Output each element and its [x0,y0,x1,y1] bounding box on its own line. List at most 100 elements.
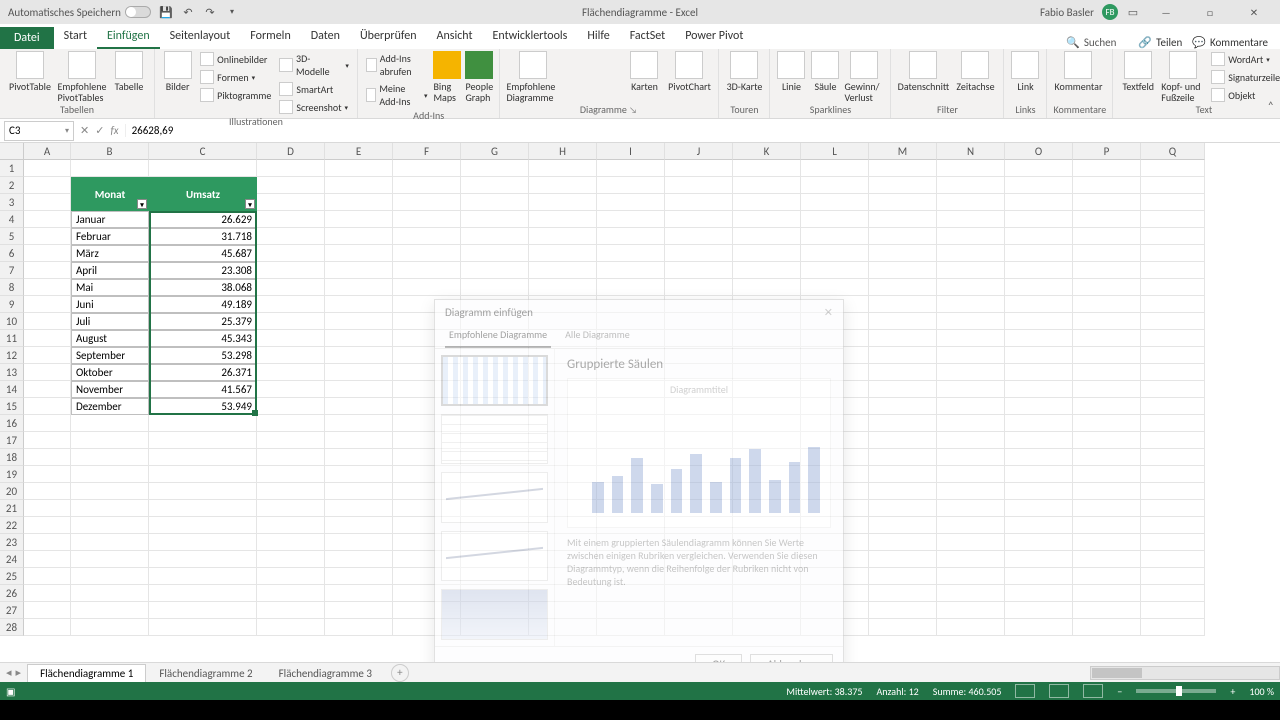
col-header-G[interactable]: G [461,143,529,160]
ribbon-tab-ansicht[interactable]: Ansicht [427,25,483,49]
collapse-ribbon-icon[interactable]: ˄ [1268,100,1274,114]
cell-umsatz-8[interactable]: 53.298 [149,347,257,364]
row-header-13[interactable]: 13 [0,364,24,381]
ribbon-tab-überprüfen[interactable]: Überprüfen [350,25,427,49]
chart-thumb-clustered-column[interactable] [441,355,548,406]
sheet-tab-0[interactable]: Flächendiagramme 1 [27,664,146,682]
chart-recommendation-list[interactable] [435,349,555,646]
col-header-F[interactable]: F [393,143,461,160]
dialog-tab-all[interactable]: Alle Diagramme [561,325,634,348]
kommentar-button[interactable]: Kommentar [1053,51,1103,92]
row-header-28[interactable]: 28 [0,619,24,636]
row-header-6[interactable]: 6 [0,245,24,262]
chart-thumb-area[interactable] [441,589,548,640]
cell-monat-6[interactable]: Juli [71,313,149,330]
row-header-16[interactable]: 16 [0,415,24,432]
col-header-C[interactable]: C [149,143,257,160]
ribbon-tab-formeln[interactable]: Formeln [240,25,300,49]
row-header-2[interactable]: 2 [0,177,24,194]
bing-maps-button[interactable]: Bing Maps [433,51,461,103]
spark-col-button[interactable]: Säule [810,51,840,92]
get-addins-button[interactable]: Add-Ins abrufen [364,51,430,79]
cell-umsatz-1[interactable]: 31.718 [149,228,257,245]
cell-monat-10[interactable]: November [71,381,149,398]
tab-nav-prev-icon[interactable]: ◂ [6,666,12,679]
slicer-button[interactable]: Datenschnitt [897,51,949,92]
table-header-umsatz[interactable]: Umsatz▾ [149,177,257,211]
cell-monat-7[interactable]: August [71,330,149,347]
dialog-ok-button[interactable]: OK [695,654,742,662]
file-tab[interactable]: Datei [0,27,54,49]
row-header-12[interactable]: 12 [0,347,24,364]
people-graph-button[interactable]: People Graph [465,51,493,103]
ribbon-tab-factset[interactable]: FactSet [620,25,675,49]
sheet-tab-1[interactable]: Flächendiagramme 2 [146,664,265,682]
header-footer-button[interactable]: Kopf- und Fußzeile [1161,51,1205,103]
recommended-pivot-button[interactable]: Empfohlene PivotTables [58,51,106,103]
row-header-1[interactable]: 1 [0,160,24,177]
row-header-27[interactable]: 27 [0,602,24,619]
cell-umsatz-3[interactable]: 23.308 [149,262,257,279]
qat-customize-icon[interactable]: ▾ [225,5,239,19]
recommended-charts-button[interactable]: Empfohlene Diagramme [506,51,560,103]
row-header-11[interactable]: 11 [0,330,24,347]
cell-umsatz-0[interactable]: 26.629 [149,211,257,228]
sheet-tab-2[interactable]: Flächendiagramme 3 [266,664,385,682]
spark-winloss-button[interactable]: Gewinn/ Verlust [844,51,884,103]
table-button[interactable]: Tabelle [110,51,148,92]
maximize-icon[interactable]: □ [1192,0,1228,24]
link-button[interactable]: Link [1010,51,1040,92]
tell-me-search[interactable]: 🔍 Suchen [1056,36,1126,49]
zoom-in-icon[interactable]: + [1230,685,1235,698]
filter-dropdown-icon[interactable]: ▾ [245,199,255,209]
col-header-B[interactable]: B [71,143,149,160]
tab-nav-next-icon[interactable]: ▸ [16,666,22,679]
cell-umsatz-6[interactable]: 25.379 [149,313,257,330]
dialog-cancel-button[interactable]: Abbrechen [750,654,833,662]
col-header-D[interactable]: D [257,143,325,160]
timeline-button[interactable]: Zeitachse [953,51,997,92]
bilder-button[interactable]: Bilder [161,51,194,92]
view-pagebreak-icon[interactable] [1083,684,1103,698]
cell-monat-1[interactable]: Februar [71,228,149,245]
stat-chart-icon[interactable] [584,68,602,84]
pie-chart-icon[interactable] [604,51,622,67]
row-header-15[interactable]: 15 [0,398,24,415]
col-header-K[interactable]: K [733,143,801,160]
col-header-A[interactable]: A [24,143,71,160]
select-all-corner[interactable] [0,143,24,160]
macro-record-icon[interactable]: ▣ [6,685,15,698]
col-header-E[interactable]: E [325,143,393,160]
cell-umsatz-7[interactable]: 45.343 [149,330,257,347]
ribbon-options-icon[interactable]: ▭ [1126,5,1140,19]
signature-button[interactable]: Signaturzeile▾ [1209,69,1280,85]
worksheet-grid[interactable]: ABCDEFGHIJKLMNOPQ 1234567891011121314151… [0,143,1280,662]
ribbon-tab-hilfe[interactable]: Hilfe [577,25,619,49]
row-header-17[interactable]: 17 [0,432,24,449]
row-header-10[interactable]: 10 [0,313,24,330]
formen-button[interactable]: Formen▾ [198,69,273,85]
filter-dropdown-icon[interactable]: ▾ [137,199,147,209]
row-header-3[interactable]: 3 [0,194,24,211]
ribbon-tab-start[interactable]: Start [54,25,97,49]
row-header-25[interactable]: 25 [0,568,24,585]
bar-chart-icon[interactable] [564,51,582,67]
enter-fx-icon[interactable]: ✓ [95,124,104,137]
scatter-chart-icon[interactable] [604,68,622,84]
pivottable-button[interactable]: PivotTable [6,51,54,92]
toggle-switch-icon[interactable] [125,6,151,18]
hier-chart-icon[interactable] [564,68,582,84]
row-header-4[interactable]: 4 [0,211,24,228]
chart-thumb-line[interactable] [441,472,548,523]
row-header-5[interactable]: 5 [0,228,24,245]
3d-karte-button[interactable]: 3D-Karte [725,51,763,92]
view-normal-icon[interactable] [1015,684,1035,698]
minimize-icon[interactable]: — [1148,0,1184,24]
col-header-H[interactable]: H [529,143,597,160]
map-chart-icon[interactable] [564,85,582,101]
combo-chart-icon[interactable] [584,85,602,101]
cell-monat-0[interactable]: Januar [71,211,149,228]
chart-thumb-line-2[interactable] [441,531,548,582]
row-header-22[interactable]: 22 [0,517,24,534]
cancel-fx-icon[interactable]: ✕ [80,124,89,137]
